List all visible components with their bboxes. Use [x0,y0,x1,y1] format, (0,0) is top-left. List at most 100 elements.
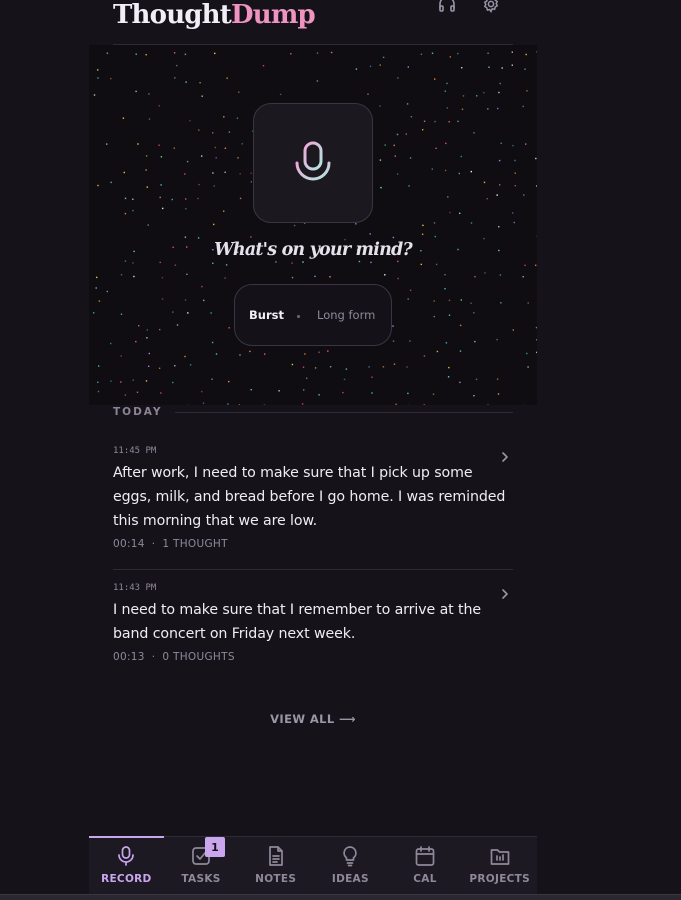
sparkle-dot [382,366,385,368]
sparkle-dot [227,403,229,405]
sparkle-dot [410,116,413,118]
sparkle-dot [473,312,475,314]
sparkle-dot [434,120,436,123]
sparkle-dot [499,82,501,85]
sparkle-dot [176,64,178,67]
section-label: TODAY [113,406,163,418]
sparkle-dot [184,53,187,56]
sparkle-dot [304,353,306,355]
section-divider [175,412,513,413]
sparkle-dot [470,222,473,224]
sparkle-dot [264,353,266,355]
sparkle-dot [409,157,412,159]
sparkle-dot [395,403,397,405]
sparkle-dot [228,327,230,329]
sparkle-dot [161,277,164,279]
sparkle-dot [397,260,399,263]
sparkle-dot [262,65,265,67]
nav-item-projects[interactable]: PROJECTS [462,837,537,894]
sparkle-dot [110,342,112,345]
sparkle-dot [132,262,134,264]
logo-part-thought: Thought [113,0,232,30]
sparkle-dot [423,355,426,357]
sparkle-dot [527,302,529,304]
sparkle-dot [161,298,164,300]
sparkle-dot [212,172,214,174]
sparkle-dot [461,67,463,69]
sparkle-dot [106,290,108,293]
list-item[interactable]: 11:45 PM After work, I need to make sure… [113,446,513,550]
record-hero: What's on your mind? Burst Long form [89,45,537,405]
sparkle-dot [290,53,292,55]
sparkle-dot [444,169,447,172]
nav-item-record[interactable]: RECORD [89,836,164,894]
sparkle-dot [526,352,528,355]
sparkle-dot [275,261,277,263]
sparkle-dot [462,95,465,97]
sparkle-dot [241,143,243,145]
gear-icon[interactable] [481,0,501,14]
sparkle-dot [97,381,99,383]
sparkle-dot [201,390,203,393]
meta-separator: · [151,538,156,550]
sparkle-dot [93,312,95,314]
nav-item-cal[interactable]: CAL [388,837,463,894]
sparkle-dot [160,156,163,158]
sparkle-dot [476,95,478,97]
sparkle-dot [409,340,411,342]
list-item[interactable]: 11:43 PM I need to make sure that I reme… [113,583,513,663]
sparkle-dot [98,300,101,302]
sparkle-dot [210,312,212,314]
sparkle-dot [474,340,476,343]
entry-thought-count: 1 THOUGHT [162,538,228,550]
sparkle-dot [514,172,516,174]
sparkle-dot [212,132,214,134]
mode-toggle[interactable]: Burst Long form [234,284,392,346]
sparkle-dot [457,52,459,55]
sparkle-dot [173,52,176,54]
folder-icon [490,849,510,865]
sparkle-dot [436,350,439,353]
sparkle-dot [162,207,164,210]
view-all-link[interactable]: VIEW ALL ⟶ [89,712,537,726]
sparkle-dot [223,116,225,118]
headphones-icon[interactable] [437,0,457,14]
sparkle-dot [185,198,187,200]
sparkle-dot [330,51,333,54]
entry-time: 11:43 PM [113,583,157,593]
entry-thought-count: 0 THOUGHTS [162,651,235,663]
sparkle-dot [329,276,331,278]
sparkle-dot [158,144,160,146]
mode-option-long-form[interactable]: Long form [317,308,375,322]
nav-item-notes[interactable]: NOTES [238,837,313,894]
mode-option-burst[interactable]: Burst [249,308,284,322]
chevron-right-icon[interactable] [497,449,513,465]
nav-item-ideas[interactable]: IDEAS [313,837,388,894]
chevron-right-icon[interactable] [497,586,513,602]
app-logo[interactable]: ThoughtDump [113,0,316,30]
sparkle-dot [185,208,187,210]
sparkle-dot [486,198,488,200]
sparkle-dot [512,144,514,147]
sparkle-dot [132,379,134,381]
record-button[interactable] [253,103,373,223]
sparkle-dot [523,194,525,196]
sparkle-dot [343,378,346,381]
sparkle-dot [147,224,149,226]
sparkle-dot [97,390,100,393]
sparkle-dot [148,352,150,355]
nav-item-tasks[interactable]: TASKS [164,837,239,894]
sparkle-dot [498,226,500,228]
sparkle-dot [189,364,192,366]
sparkle-dot [394,155,396,157]
sparkle-dot [122,117,125,119]
sparkle-dot [132,209,134,212]
sparkle-dot [423,120,426,122]
sparkle-dot [382,56,385,59]
sparkle-dot [120,274,123,276]
sparkle-dot [198,183,200,186]
sparkle-dot [449,211,451,214]
sparkle-dot [132,198,134,200]
section-header-today: TODAY [113,406,513,420]
sparkle-dot [406,103,409,105]
